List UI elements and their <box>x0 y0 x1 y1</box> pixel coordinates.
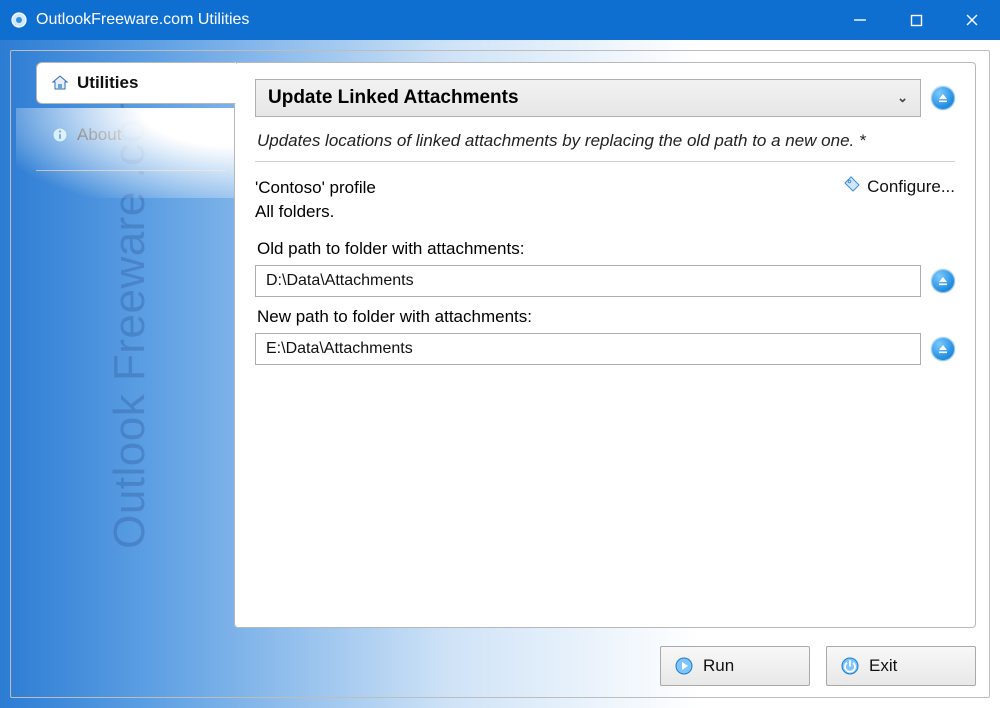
scope-line: All folders. <box>255 200 376 225</box>
configure-label: Configure... <box>867 177 955 197</box>
eject-icon <box>937 343 949 355</box>
tag-icon <box>843 176 861 199</box>
eject-button[interactable] <box>931 86 955 110</box>
tab-label: About <box>77 125 121 145</box>
app-window: OutlookFreeware.com Utilities Outlook Fr… <box>0 0 1000 708</box>
utility-name: Update Linked Attachments <box>268 87 519 109</box>
run-label: Run <box>703 656 734 676</box>
old-path-label: Old path to folder with attachments: <box>257 239 955 259</box>
exit-label: Exit <box>869 656 897 676</box>
client-area: Outlook Freeware .com Utilities <box>0 40 1000 708</box>
utility-select[interactable]: Update Linked Attachments ⌄ <box>255 79 921 117</box>
home-icon <box>51 74 69 92</box>
chevron-down-icon: ⌄ <box>897 90 908 106</box>
tab-label: Utilities <box>77 73 138 93</box>
titlebar: OutlookFreeware.com Utilities <box>0 0 1000 40</box>
new-path-label: New path to folder with attachments: <box>257 307 955 327</box>
eject-icon <box>937 275 949 287</box>
profile-summary: 'Contoso' profile All folders. <box>255 176 376 225</box>
tab-about[interactable]: About <box>36 114 236 156</box>
app-icon <box>10 11 28 29</box>
exit-button[interactable]: Exit <box>826 646 976 686</box>
footer-buttons: Run Exit <box>660 646 976 686</box>
new-path-input[interactable] <box>255 333 921 365</box>
minimize-button[interactable] <box>832 0 888 40</box>
old-path-browse-button[interactable] <box>931 269 955 293</box>
main-panel: Update Linked Attachments ⌄ Updates loca… <box>234 62 976 628</box>
info-icon <box>51 126 69 144</box>
maximize-button[interactable] <box>888 0 944 40</box>
run-button[interactable]: Run <box>660 646 810 686</box>
old-path-input[interactable] <box>255 265 921 297</box>
window-title: OutlookFreeware.com Utilities <box>36 11 249 29</box>
close-button[interactable] <box>944 0 1000 40</box>
power-icon <box>841 657 859 675</box>
configure-link[interactable]: Configure... <box>843 176 955 199</box>
new-path-browse-button[interactable] <box>931 337 955 361</box>
profile-line: 'Contoso' profile <box>255 176 376 201</box>
eject-icon <box>937 92 949 104</box>
tab-separator <box>36 170 226 171</box>
tab-utilities[interactable]: Utilities <box>36 62 236 104</box>
play-icon <box>675 657 693 675</box>
utility-description: Updates locations of linked attachments … <box>257 129 915 153</box>
side-tabs: Utilities About <box>36 62 236 171</box>
section-separator <box>255 161 955 162</box>
